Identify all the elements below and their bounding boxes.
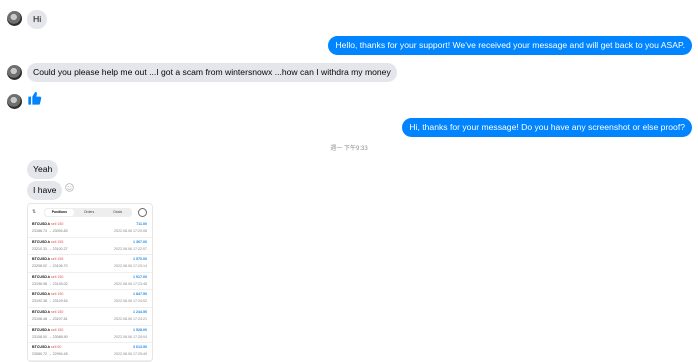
position-prices: 23186.74 → 23094.83: [32, 229, 68, 233]
position-profit: 3 613.50: [133, 345, 147, 350]
incoming-message[interactable]: Could you please help me out ...I got a …: [27, 63, 397, 82]
position-date: 2022.08.06 17:22:07: [114, 246, 147, 251]
screenshot-header: ⇅ Positions Orders Deals: [28, 207, 152, 218]
tab-orders: Orders: [83, 210, 95, 214]
position-symbol: BTCUSD.k sell 50: [32, 345, 62, 350]
position-row: BTCUSD.k sell 50 23080.72 → 22994.45 3 613…: [28, 343, 152, 361]
position-row: BTCUSD.k sell 155 23210.33 → 23100.27 1 36…: [28, 238, 152, 256]
incoming-message[interactable]: Yeah: [27, 160, 59, 179]
attached-screenshot[interactable]: ⇅ Positions Orders Deals BTCUSD.k sell 1…: [27, 203, 153, 362]
timestamp: 週一 下午9:33: [330, 146, 368, 152]
position-profit: 1 367.00: [133, 239, 147, 244]
position-prices: 23192.38 → 23129.54: [32, 299, 68, 304]
position-row: BTCUSD.k sell 150 23196.98 → 23145.02 1 91…: [28, 273, 152, 291]
position-row: BTCUSD.k sell 150 23108.00 → 23088.90 1 52…: [28, 326, 152, 344]
position-row: BTCUSD.k sell 150 23192.38 → 23129.54 1 84…: [28, 290, 152, 308]
thumbs-up-icon[interactable]: [27, 90, 43, 106]
smiley-icon[interactable]: [65, 183, 74, 192]
position-symbol: BTCUSD.k sell 150: [32, 309, 64, 314]
contact-avatar[interactable]: [7, 94, 22, 109]
outgoing-message[interactable]: Hello, thanks for your support! We've re…: [328, 36, 692, 55]
position-prices: 23108.00 → 23088.90: [32, 334, 68, 339]
incoming-message[interactable]: Hi: [27, 10, 48, 29]
positions-list: BTCUSD.k sell 150 23186.74 → 23094.83 711.…: [28, 220, 152, 361]
contact-avatar[interactable]: [7, 65, 22, 80]
incoming-message[interactable]: I have: [27, 181, 63, 200]
outgoing-message[interactable]: Hi, thanks for your message! Do you have…: [402, 118, 692, 137]
position-row: BTCUSD.k sell 150 23108.48 → 23107.81 1 24…: [28, 308, 152, 326]
position-symbol: BTCUSD.k sell 155: [32, 239, 64, 244]
position-profit: 1 917.00: [133, 274, 147, 279]
position-prices: 23196.98 → 23145.02: [32, 281, 68, 286]
position-symbol: BTCUSD.k sell 150: [32, 292, 64, 297]
position-date: 2022.08.06 17:24:21: [114, 316, 147, 321]
position-date: 2022.08.06 17:20:08: [114, 229, 147, 233]
position-symbol: BTCUSD.k sell 150: [32, 222, 64, 226]
filter-icon: ⇅: [32, 209, 37, 215]
position-row: BTCUSD.k sell 150 23186.74 → 23094.83 711.…: [28, 220, 152, 238]
position-date: 2022.08.06 17:25:49: [114, 352, 147, 357]
position-profit: 1 528.00: [133, 327, 147, 332]
position-profit: 1 847.50: [133, 292, 147, 297]
clock-icon: [138, 208, 147, 217]
position-symbol: BTCUSD.k sell 155: [32, 257, 64, 262]
position-date: 2022.08.06 17:24:02: [114, 299, 147, 304]
position-symbol: BTCUSD.k sell 150: [32, 327, 64, 332]
screenshot-tabs: Positions Orders Deals: [44, 208, 132, 217]
position-prices: 23210.33 → 23100.27: [32, 246, 68, 251]
tab-deals: Deals: [113, 210, 123, 214]
position-date: 2022.08.06 17:23:48: [114, 281, 147, 286]
position-date: 2022.08.06 17:23:14: [114, 264, 147, 269]
position-profit: 1 570.00: [133, 257, 147, 262]
position-date: 2022.08.06 17:25:04: [114, 334, 147, 339]
position-prices: 23208.02 → 23106.70: [32, 264, 68, 269]
tab-positions: Positions: [45, 209, 74, 216]
position-profit: 711.00: [136, 222, 147, 226]
position-row: BTCUSD.k sell 155 23208.02 → 23106.70 1 57…: [28, 255, 152, 273]
position-prices: 23108.48 → 23107.81: [32, 316, 68, 321]
position-prices: 23080.72 → 22994.45: [32, 352, 68, 357]
position-profit: 1 244.50: [133, 309, 147, 314]
contact-avatar[interactable]: [7, 11, 22, 26]
position-symbol: BTCUSD.k sell 150: [32, 274, 64, 279]
